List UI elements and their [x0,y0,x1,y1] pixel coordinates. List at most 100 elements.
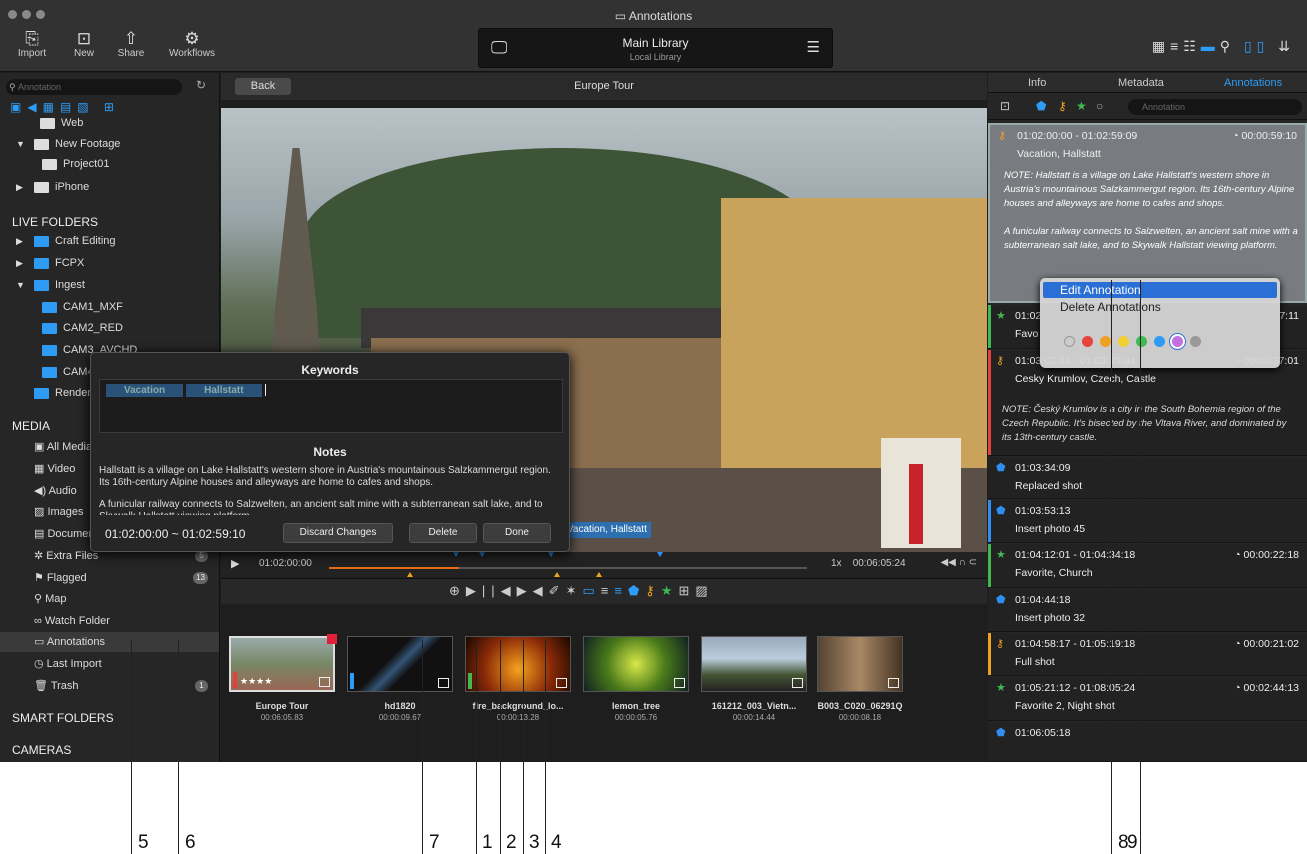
color-red[interactable] [1082,335,1093,347]
edit-annotation-menu-item[interactable]: Edit Annotation [1043,282,1277,298]
live-folder-craft-editing[interactable]: ▶ Craft Editing [0,231,219,251]
tree-item-iphone[interactable]: ▶ iPhone [0,177,219,197]
star-icon[interactable]: ★ [661,583,679,598]
key-filter-icon[interactable]: ⚷ [1058,99,1067,113]
annotation-item[interactable]: ★ 01:04:12:01 - 01:04:34:18 ◔ 00:00:22:18 F… [988,544,1307,588]
clip-duration: 00:00:05.76 [614,713,658,722]
edit-keyword-icon[interactable]: ✐ [549,583,566,598]
next-annotation-icon[interactable]: ▶| [466,583,491,598]
workflows-button[interactable]: ⚙ Workflows [164,30,220,60]
delete-annotations-menu-item[interactable]: Delete Annotations [1043,299,1277,315]
delete-button[interactable]: Delete [409,523,477,543]
color-purple[interactable] [1172,335,1183,347]
image-icon[interactable]: ▨ [695,583,713,598]
library-selector[interactable]: 🖵 Main Library Local Library ☰ [478,28,833,68]
key-icon: ⚷ [996,638,1005,650]
callout-line [523,640,524,854]
tab-info[interactable]: Info [1028,77,1046,89]
color-gray[interactable] [1190,335,1201,347]
keyword-tag[interactable]: Hallstatt [186,384,262,397]
notes-field[interactable]: Hallstatt is a village on Lake Hallstatt… [99,465,559,515]
media-trash[interactable]: 🗑 Trash 1 [0,676,219,696]
cameras-header[interactable]: CAMERAS [12,743,71,757]
refresh-icon[interactable]: ↻ [196,78,206,92]
tab-annotations[interactable]: Annotations [1224,77,1282,89]
media-map[interactable]: ⚲ Map [0,589,219,609]
range-icon[interactable]: ▶◀ [517,583,549,598]
annotation-marker[interactable] [596,572,602,577]
live-folder-fcpx[interactable]: ▶ FCPX [0,253,219,273]
clip-thumbnail[interactable] [465,636,571,692]
previous-annotation-icon[interactable]: |◀ [491,583,516,598]
annotation-title: Replaced shot [1015,480,1083,492]
crop-icon[interactable]: ⊞ [678,583,695,598]
annotation-marker[interactable] [548,552,554,557]
media-annotations[interactable]: ▭ Annotations [0,632,219,652]
clip-thumbnail[interactable] [701,636,807,692]
color-yellow[interactable] [1118,335,1129,347]
align-icon[interactable]: ≡ [614,583,628,598]
tree-item-project01[interactable]: Project01 [0,154,219,174]
media-last-import[interactable]: ◷ Last Import [0,654,219,674]
annotation-item[interactable]: ⬟ 01:06:05:18 [988,722,1307,762]
list-icon[interactable]: ☰ [807,38,820,56]
flag-icon: ⚑ [34,572,47,584]
annotation-marker[interactable] [657,552,663,557]
volume-icon[interactable]: ◀◀ ∩ ⊂ [940,557,977,568]
circle-filter-icon[interactable]: ○ [1096,99,1103,113]
align-left-icon[interactable]: ≡ [601,583,615,598]
done-button[interactable]: Done [483,523,551,543]
clip-duration: 00:00:09.67 [378,713,422,722]
clip-thumbnail[interactable] [817,636,903,692]
remove-annotation-icon[interactable]: ✶ [566,583,583,598]
annotation-note: NOTE: Hallstatt is a village on Lake Hal… [1004,170,1298,251]
keyword-tag[interactable]: Vacation [106,384,184,397]
annotation-marker[interactable] [479,552,485,557]
discard-changes-button[interactable]: Discard Changes [283,523,393,543]
media-watch-folder[interactable]: ∞ Watch Folder [0,611,219,631]
view-toolbar[interactable]: ▦≡☷▬⚲ ▯▯ ⇊ [1152,38,1295,55]
annotation-list-icon[interactable]: ▭ [582,583,600,598]
media-filter-icons[interactable]: ▣◀▦▤▧ ⊞ [10,100,120,114]
tab-metadata[interactable]: Metadata [1118,77,1164,89]
live-folder-cam1[interactable]: CAM1_MXF [0,297,219,317]
key-icon[interactable]: ⚷ [645,583,661,598]
color-green[interactable] [1136,335,1147,347]
annotation-item[interactable]: ⚷ 01:02:00:00 - 01:02:59:09 ◔ 00:00:59:1… [988,123,1307,303]
annotation-item[interactable]: ★ 01:05:21:12 - 01:08:05:24 ◔ 00:02:44:13 F… [988,677,1307,721]
smart-folders-header[interactable]: SMART FOLDERS [12,711,114,725]
annotation-item[interactable]: ⬟ 01:04:44:18 Insert photo 32 [988,589,1307,632]
annotation-item[interactable]: ⚷ 01:04:58:17 - 01:05:19:18 ◔ 00:00:21:02 F… [988,633,1307,676]
import-button[interactable]: ⎘ Import [4,30,60,60]
clip-thumbnail[interactable] [347,636,453,692]
color-blue[interactable] [1154,335,1165,347]
play-icon[interactable]: ▶ [231,557,239,570]
annotation-search-input[interactable]: Annotation [1128,99,1302,115]
annotation-item[interactable]: ⬟ 01:03:34:09 Replaced shot [988,457,1307,499]
clip-thumbnail[interactable] [583,636,689,692]
add-annotation-icon[interactable]: ⊕ [449,583,466,598]
clip-duration: 00:00:14.44 [732,713,776,722]
share-icon: ⇧ [123,29,139,48]
media-flagged[interactable]: ⚑ Flagged 13 [0,568,219,588]
sidebar-search-input[interactable]: Annotation [6,79,182,95]
tree-item-web[interactable]: Web [40,113,219,133]
color-orange[interactable] [1100,335,1111,347]
marker-filter-icon[interactable]: ⬟ [1036,99,1046,113]
callout-number: 5 [138,832,149,853]
annotation-marker[interactable] [554,572,560,577]
color-none[interactable] [1064,335,1075,347]
annotation-marker[interactable] [453,552,459,557]
annotation-item[interactable]: ⬟ 01:03:53:13 Insert photo 45 [988,500,1307,543]
share-button[interactable]: ⇧ Share [103,29,159,60]
live-folder-ingest[interactable]: ▼ Ingest [0,275,219,295]
annotation-marker[interactable] [407,572,413,577]
page-title: Europe Tour [574,80,634,92]
star-filter-icon[interactable]: ★ [1076,99,1087,113]
marker-icon[interactable]: ⬟ [628,583,645,598]
clip-thumbnail[interactable]: ★★★★ [229,634,337,692]
tree-item-new-footage[interactable]: ▼ New Footage [0,134,219,154]
live-folder-cam2[interactable]: CAM2_RED [0,318,219,338]
keywords-field[interactable]: Vacation Hallstatt [99,379,563,433]
export-icon[interactable]: ⊡ [1000,99,1010,113]
